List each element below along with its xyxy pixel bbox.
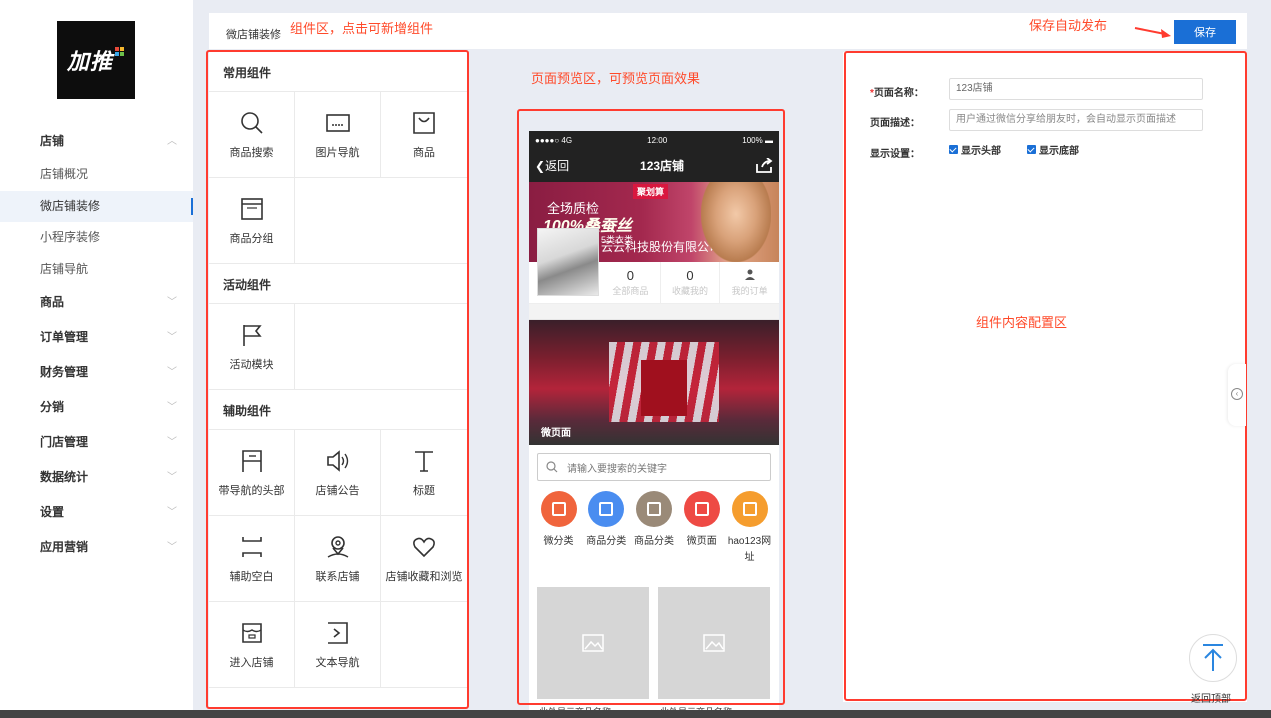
logo-mark-icon	[115, 47, 125, 57]
sidebar-item-label: 店铺概况	[40, 167, 89, 181]
page-name-input[interactable]: 123店铺	[949, 78, 1203, 100]
chevron-left-icon: ‹	[1231, 388, 1243, 400]
checkbox-checked-icon	[949, 145, 958, 154]
sidebar-item-label: 分销	[40, 400, 65, 414]
sidebar-item-label: 微店铺装修	[40, 198, 101, 213]
breadcrumb: 微店铺装修	[226, 29, 281, 41]
show-footer-checkbox[interactable]: 显示底部	[1027, 142, 1079, 157]
sidebar-item-label: 设置	[40, 505, 65, 519]
chevron-down-icon: ﹀	[167, 542, 177, 553]
sidebar-item[interactable]: 店铺 ︿	[0, 124, 193, 159]
sidebar-item[interactable]: 分销 ﹀	[0, 390, 193, 425]
page-name-label: *页面名称：	[870, 88, 924, 99]
sidebar-item[interactable]: 微店铺装修	[0, 190, 193, 222]
sidebar-item-label: 数据统计	[40, 470, 89, 484]
sidebar-item[interactable]: 数据统计 ﹀	[0, 460, 193, 495]
chevron-down-icon: ﹀	[167, 297, 177, 308]
display-setting-label: 显示设置：	[870, 149, 920, 160]
checkbox-checked-icon	[1027, 145, 1036, 154]
sidebar-item[interactable]: 店铺概况	[0, 159, 193, 191]
chevron-down-icon: ﹀	[167, 332, 177, 343]
bottom-bar	[0, 710, 1271, 718]
annotation-config: 组件内容配置区	[976, 315, 1068, 330]
sidebar-item[interactable]: 店铺导航	[0, 254, 193, 286]
sidebar-item-label: 店铺	[40, 134, 65, 148]
back-to-top-label: 返回顶部	[1191, 694, 1231, 705]
chevron-up-icon: ︿	[167, 136, 177, 147]
annotation-autosave: 保存自动发布	[1029, 18, 1108, 33]
page-name-label-text: 页面名称：	[873, 88, 924, 99]
logo-text: 加推	[66, 49, 113, 74]
arrow-icon	[1134, 27, 1171, 38]
sidebar-item-label: 应用营销	[40, 540, 89, 554]
sidebar-item[interactable]: 商品 ﹀	[0, 285, 193, 320]
components-highlight-box	[206, 50, 469, 709]
sidebar-item-label: 门店管理	[40, 435, 89, 449]
sidebar-item[interactable]: 设置 ﹀	[0, 495, 193, 530]
show-header-checkbox[interactable]: 显示头部	[949, 142, 1001, 157]
sidebar-item-label: 小程序装修	[40, 230, 101, 244]
sidebar-item-label: 商品	[40, 295, 65, 309]
sidebar-item-label: 财务管理	[40, 365, 89, 379]
annotation-components: 组件区，点击可新增组件	[290, 21, 434, 36]
arrow-up-icon	[1203, 644, 1223, 671]
show-header-label: 显示头部	[961, 146, 1001, 157]
sidebar-item-label: 订单管理	[40, 330, 89, 344]
sidebar-item[interactable]: 应用营销 ﹀	[0, 530, 193, 565]
collapse-tab[interactable]: ‹	[1228, 364, 1246, 426]
preview-highlight-box	[517, 109, 785, 705]
brand-logo: 加推	[57, 21, 135, 99]
chevron-down-icon: ﹀	[167, 437, 177, 448]
chevron-down-icon: ﹀	[167, 402, 177, 413]
page-desc-input[interactable]: 用户通过微信分享给朋友时，会自动显示页面描述	[949, 109, 1203, 131]
sidebar-item[interactable]: 订单管理 ﹀	[0, 320, 193, 355]
chevron-down-icon: ﹀	[167, 472, 177, 483]
annotation-preview: 页面预览区，可预览页面效果	[531, 71, 701, 86]
back-to-top-button[interactable]	[1189, 634, 1237, 682]
chevron-down-icon: ﹀	[167, 507, 177, 518]
sidebar: 加推 店铺 ︿ 店铺概况微店铺装修小程序装修店铺导航商品 ﹀ 订单管理 ﹀ 财务管理 ﹀ 分销 ﹀…	[0, 0, 193, 718]
sidebar-item[interactable]: 小程序装修	[0, 222, 193, 254]
show-footer-label: 显示底部	[1039, 146, 1079, 157]
chevron-down-icon: ﹀	[167, 367, 177, 378]
sidebar-item-label: 店铺导航	[40, 261, 89, 276]
sidebar-item[interactable]: 财务管理 ﹀	[0, 355, 193, 390]
save-button[interactable]: 保存	[1174, 20, 1236, 44]
sidebar-item[interactable]: 门店管理 ﹀	[0, 425, 193, 460]
page-desc-label: 页面描述：	[870, 118, 920, 129]
sidebar-nav: 店铺 ︿ 店铺概况 微店铺装修 小程序装修 店铺导航 商品 ﹀ 订单管理 ﹀ 财务管理 ﹀ 分销 ﹀ 门店管…	[0, 124, 193, 565]
